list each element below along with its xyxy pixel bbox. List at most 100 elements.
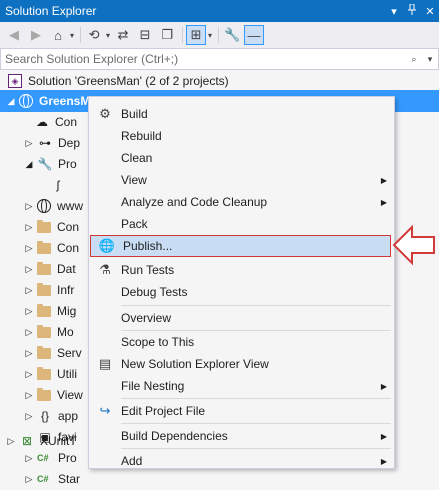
collapsed-icon[interactable]: ▷ [24,285,34,296]
collapsed-icon[interactable]: ▷ [24,138,34,149]
menu-item-debug-tests[interactable]: Debug Tests [89,281,394,303]
expanded-icon[interactable]: ◢ [6,96,16,107]
collapsed-icon[interactable]: ▷ [24,390,34,401]
submenu-arrow-icon: ▶ [380,381,388,391]
menu-item-build[interactable]: ⚙ Build [89,103,394,125]
tree-item-label: Utili [57,367,77,381]
submenu-arrow-icon: ▶ [380,431,388,441]
sync-icon[interactable]: ⇄ [113,25,133,45]
collapsed-icon[interactable]: ▷ [24,222,34,233]
connected-services-icon: ☁ [36,115,48,129]
menu-item-publish[interactable]: 🌐 Publish... [90,235,391,257]
show-all-files-icon[interactable]: ⊞ [186,25,207,45]
collapsed-icon[interactable]: ▷ [24,411,34,422]
menu-item-clean[interactable]: Clean [89,147,394,169]
menu-item-new-view[interactable]: ▤ New Solution Explorer View [89,353,394,375]
menu-item-view[interactable]: View ▶ [89,169,394,191]
tree-item-label: Mo [57,325,74,339]
menu-item-build-deps[interactable]: Build Dependencies ▶ [89,425,394,447]
forward-icon[interactable]: ▶ [26,25,46,45]
context-menu: ⚙ Build Rebuild Clean View ▶ Analyze and… [88,96,395,469]
folder-icon [37,345,51,359]
menu-item-analyze[interactable]: Analyze and Code Cleanup ▶ [89,191,394,213]
dependencies-icon: ⊶ [39,136,51,150]
menu-separator [121,448,391,449]
collapsed-icon[interactable]: ▷ [24,453,34,464]
folder-icon [37,261,51,275]
menu-item-add[interactable]: Add ▶ [89,450,394,468]
run-tests-icon: ⚗ [99,262,111,277]
menu-item-rebuild[interactable]: Rebuild [89,125,394,147]
tree-item-label: app [58,409,79,423]
properties-icon[interactable]: 🔧 [222,25,242,45]
history-dropdown-icon[interactable]: ▾ [106,31,110,40]
tree-item-label: Con [57,241,80,255]
pin-icon[interactable] [403,3,421,18]
collapsed-icon[interactable]: ▷ [24,474,34,485]
folder-icon [37,387,51,401]
json-file-icon: {} [40,409,49,423]
tree-item-label: Dep [58,136,81,150]
json-file-icon: ʃ [56,178,60,192]
tree-item-label: Dat [57,262,76,276]
menu-separator [121,305,391,306]
tree-item-label: Pro [58,451,77,465]
window-title: Solution Explorer [5,4,97,18]
dropdown-icon[interactable]: ▾ [385,5,403,18]
toolbar-separator [218,27,220,43]
home-icon[interactable]: ⌂ [48,25,68,45]
menu-item-overview[interactable]: Overview [89,307,394,329]
collapsed-icon[interactable]: ▷ [24,306,34,317]
preview-icon[interactable]: — [244,25,265,45]
new-view-icon: ▤ [98,356,112,371]
collapsed-icon[interactable]: ▷ [24,369,34,380]
search-icon[interactable]: ⌕ [406,54,422,65]
submenu-arrow-icon: ▶ [380,197,388,207]
home-dropdown-icon[interactable]: ▾ [70,31,74,40]
tree-item-label: XUnitT [40,434,77,448]
tree-row[interactable]: ▷ C# Star [0,468,439,490]
menu-item-run-tests[interactable]: ⚗ Run Tests [89,259,394,281]
tree-item-label: Mig [57,304,77,318]
collapsed-icon[interactable]: ▷ [24,201,34,212]
collapsed-icon[interactable]: ▷ [24,327,34,338]
search-dropdown-icon[interactable]: ▾ [422,54,438,65]
tree-item-label: Con [57,220,80,234]
menu-item-edit-project[interactable]: ↪ Edit Project File [89,400,394,422]
build-icon: ⚙ [99,106,111,121]
edit-icon: ↪ [99,403,111,418]
toolbar: ◀ ▶ ⌂ ▾ ⟲ ▾ ⇄ ⊟ ❐ ⊞ ▾ 🔧 — [0,22,439,48]
menu-item-scope-to-this[interactable]: Scope to This [89,331,394,353]
collapsed-icon[interactable]: ▷ [24,243,34,254]
expanded-icon[interactable]: ◢ [24,159,34,170]
folder-icon [37,324,51,338]
search-input[interactable]: Search Solution Explorer (Ctrl+;) [5,52,406,66]
collapse-icon[interactable]: ⊟ [135,25,155,45]
folder-icon [37,366,51,380]
tree-item-label: Star [58,472,81,486]
back-icon[interactable]: ◀ [4,25,24,45]
tree-item-label: View [57,388,83,402]
folder-icon [37,282,51,296]
copy-icon[interactable]: ❐ [157,25,177,45]
folder-icon [37,303,51,317]
menu-separator [121,398,391,399]
menu-separator [121,423,391,424]
menu-item-pack[interactable]: Pack [89,213,394,235]
collapsed-icon[interactable]: ▷ [24,348,34,359]
search-box[interactable]: Search Solution Explorer (Ctrl+;) ⌕ ▾ [0,48,439,70]
folder-icon [37,219,51,233]
tree-item-label: Con [55,115,78,129]
web-project-icon [19,94,33,108]
submenu-arrow-icon: ▶ [380,456,388,466]
solution-label: Solution 'GreensMan' (2 of 2 projects) [28,74,229,88]
collapsed-icon[interactable]: ▷ [24,264,34,275]
toolbar-separator [80,27,82,43]
close-icon[interactable]: ✕ [421,5,439,18]
history-icon[interactable]: ⟲ [84,25,104,45]
globe-icon [37,199,51,213]
menu-item-file-nesting[interactable]: File Nesting ▶ [89,375,394,397]
collapsed-icon[interactable]: ▷ [6,436,16,447]
tree-row-solution[interactable]: ◈ Solution 'GreensMan' (2 of 2 projects) [0,70,439,92]
view-dropdown-icon[interactable]: ▾ [208,31,212,40]
